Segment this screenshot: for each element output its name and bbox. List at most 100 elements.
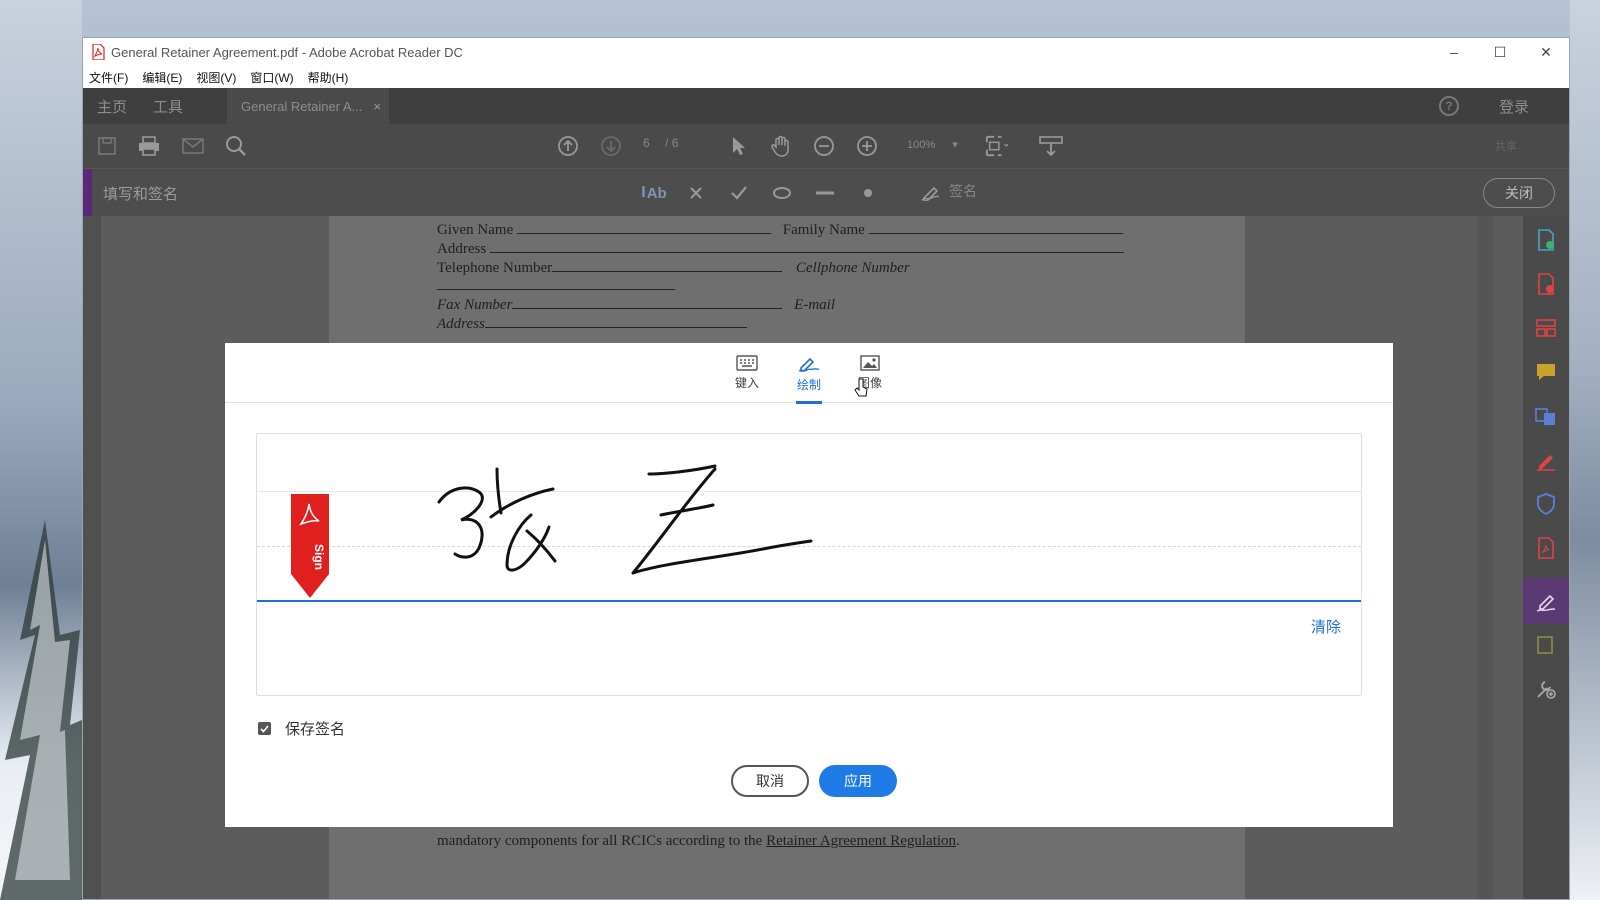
sign-badge: Sign xyxy=(291,494,329,598)
cross-mark-icon[interactable] xyxy=(683,181,709,205)
address2-line: Address xyxy=(437,314,747,333)
image-icon xyxy=(860,355,880,371)
zoom-out-icon[interactable] xyxy=(812,134,836,158)
close-window-button[interactable]: ✕ xyxy=(1523,38,1569,66)
add-text-label: Ab xyxy=(646,184,667,202)
active-mode-underline xyxy=(796,401,822,404)
checkmark-icon xyxy=(260,724,269,733)
fill-sign-toolbar: 填写和签名 I Ab 签名 关闭 xyxy=(83,168,1569,217)
menu-view[interactable]: 视图(V) xyxy=(196,69,236,86)
signature-baseline xyxy=(257,600,1361,602)
sign-badge-label: Sign xyxy=(312,544,326,570)
vertical-scrollbar[interactable] xyxy=(1477,216,1493,899)
zoom-dropdown[interactable]: 100% ▾ xyxy=(907,138,958,151)
address-line: Address xyxy=(437,239,1124,258)
fit-page-icon[interactable] xyxy=(985,134,1009,158)
cellphone-underline xyxy=(437,276,675,295)
active-sign-icon[interactable] xyxy=(1535,590,1557,612)
telephone-line: Telephone Number Cellphone Number xyxy=(437,260,910,276)
add-text-tool[interactable]: I Ab xyxy=(639,181,669,205)
zoom-in-icon[interactable] xyxy=(855,134,879,158)
fax-line: Fax Number E-mail xyxy=(437,297,835,313)
mouse-cursor-icon xyxy=(854,378,868,397)
main-toolbar: 6 / 6 100% ▾ 共享 xyxy=(83,124,1569,168)
search-icon[interactable] xyxy=(224,134,248,158)
menu-file[interactable]: 文件(F) xyxy=(89,69,128,86)
fill-sign-pen-icon[interactable] xyxy=(1535,449,1557,471)
pdf-document-icon[interactable] xyxy=(1535,537,1557,559)
hand-tool-icon[interactable] xyxy=(769,134,793,158)
window-title: General Retainer Agreement.pdf - Adobe A… xyxy=(111,44,463,60)
zoom-value: 100% xyxy=(907,139,936,151)
right-tools-panel xyxy=(1523,216,1569,899)
save-signature-checkbox[interactable] xyxy=(258,722,271,735)
login-button[interactable]: 登录 xyxy=(1499,96,1529,117)
tab-document-label: General Retainer A... xyxy=(241,98,363,114)
pen-draw-icon xyxy=(798,357,820,372)
protect-shield-icon[interactable] xyxy=(1535,493,1557,515)
cancel-button[interactable]: 取消 xyxy=(731,765,809,797)
mode-type-tab[interactable]: 键入 xyxy=(727,355,767,391)
close-fill-sign-button[interactable]: 关闭 xyxy=(1483,178,1555,208)
text-cursor-icon: I xyxy=(641,184,646,201)
tab-home[interactable]: 主页 xyxy=(97,96,127,117)
title-bar: General Retainer Agreement.pdf - Adobe A… xyxy=(83,38,1569,66)
page-down-icon[interactable] xyxy=(599,134,623,158)
menu-edit[interactable]: 编辑(E) xyxy=(142,69,182,86)
menu-help[interactable]: 帮助(H) xyxy=(308,69,349,86)
page-up-icon[interactable] xyxy=(556,134,580,158)
fill-sign-label: 填写和签名 xyxy=(103,186,179,203)
comment-icon[interactable] xyxy=(1535,361,1557,383)
chevron-down-icon: ▾ xyxy=(952,139,958,151)
pdf-app-icon xyxy=(92,44,105,60)
check-mark-icon[interactable] xyxy=(726,181,752,205)
mode-draw-label: 绘制 xyxy=(796,378,821,392)
save-signature-label: 保存签名 xyxy=(285,721,346,738)
regulation-link[interactable]: Retainer Agreement Regulation xyxy=(766,833,956,849)
tab-bar: 主页 工具 General Retainer A... × ? 登录 xyxy=(83,88,1569,124)
tab-document[interactable]: General Retainer A... × xyxy=(227,88,389,124)
minimize-button[interactable]: – xyxy=(1431,38,1477,66)
page-indicator[interactable]: 6 / 6 xyxy=(643,136,678,150)
create-pdf-icon[interactable] xyxy=(1535,273,1557,295)
mode-type-label: 键入 xyxy=(734,376,759,390)
share-button[interactable]: 共享 xyxy=(1495,138,1517,154)
drawn-signature xyxy=(437,464,813,575)
page-current[interactable]: 6 xyxy=(643,136,650,150)
mode-draw-tab[interactable]: 绘制 xyxy=(789,355,829,393)
given-name-line: Given Name Family Name xyxy=(437,220,1123,239)
regulation-text: mandatory components for all RCICs accor… xyxy=(437,833,960,849)
snow-tree-decoration xyxy=(0,520,82,900)
desktop-background-right xyxy=(1570,0,1600,900)
save-signature-row[interactable]: 保存签名 xyxy=(258,718,345,739)
clear-signature-button[interactable]: 清除 xyxy=(1311,616,1341,637)
page-total: / 6 xyxy=(665,136,679,150)
export-pdf-icon[interactable] xyxy=(1535,229,1557,251)
signature-dialog: 键入 绘制 图像 Sign 清除 保存签名 取消 应用 xyxy=(225,343,1393,827)
maximize-button[interactable]: ☐ xyxy=(1477,38,1523,66)
help-icon[interactable]: ? xyxy=(1438,96,1459,116)
email-icon[interactable] xyxy=(181,134,205,158)
dot-tool-icon[interactable] xyxy=(855,181,881,205)
combine-files-icon[interactable] xyxy=(1535,405,1557,427)
tab-close-icon[interactable]: × xyxy=(373,99,381,114)
select-pointer-icon[interactable] xyxy=(727,134,751,158)
send-for-signature-icon[interactable] xyxy=(1535,634,1557,656)
scroll-mode-icon[interactable] xyxy=(1039,134,1063,158)
save-icon[interactable] xyxy=(95,134,119,158)
fill-sign-accent xyxy=(83,169,92,217)
signature-draw-canvas[interactable]: Sign 清除 xyxy=(256,433,1362,696)
apply-button[interactable]: 应用 xyxy=(819,765,897,797)
line-tool-icon[interactable] xyxy=(812,181,838,205)
circle-tool-icon[interactable] xyxy=(769,181,795,205)
sign-tool-label: 签名 xyxy=(949,183,977,199)
menu-window[interactable]: 窗口(W) xyxy=(250,69,293,86)
more-tools-icon[interactable] xyxy=(1535,678,1557,700)
tab-tools[interactable]: 工具 xyxy=(153,96,183,117)
edit-pdf-icon[interactable] xyxy=(1535,317,1557,339)
signature-mode-tabs: 键入 绘制 图像 xyxy=(225,343,1393,404)
print-icon[interactable] xyxy=(137,134,161,158)
sign-tool-button[interactable]: 签名 xyxy=(921,181,977,201)
share-label: 共享 xyxy=(1495,141,1517,153)
menu-bar: 文件(F) 编辑(E) 视图(V) 窗口(W) 帮助(H) xyxy=(83,66,1569,88)
